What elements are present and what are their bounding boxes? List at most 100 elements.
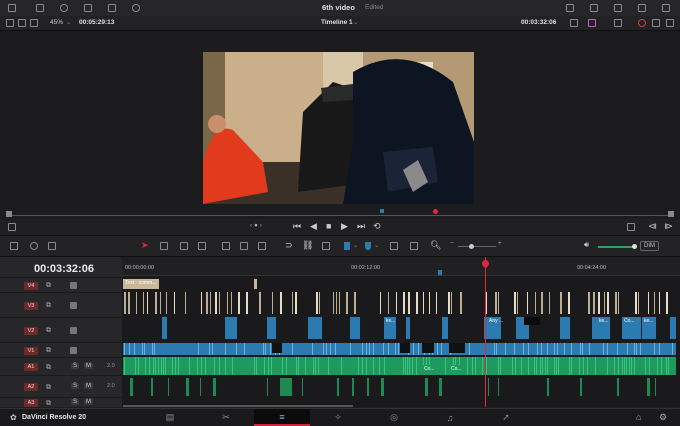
waveform-line[interactable] (219, 357, 220, 375)
waveform-line[interactable] (214, 357, 215, 375)
still-clip[interactable] (185, 292, 186, 314)
timeline-view-options-icon[interactable] (10, 242, 18, 250)
clip-cut[interactable] (607, 343, 608, 355)
waveform-line[interactable] (205, 357, 206, 375)
audio-clip[interactable] (580, 378, 582, 396)
stop-icon[interactable]: ■ (326, 221, 331, 231)
audio-clip[interactable] (186, 378, 189, 396)
waveform-line[interactable] (282, 357, 283, 375)
waveform-line[interactable] (445, 357, 446, 375)
still-clip[interactable] (568, 292, 570, 314)
still-clip[interactable] (238, 292, 240, 314)
clip-cut[interactable] (654, 343, 655, 355)
clip-cut[interactable] (528, 343, 529, 355)
gear-icon[interactable]: ⚙ (659, 412, 667, 423)
waveform-line[interactable] (268, 357, 269, 375)
zoom-slider-track[interactable] (458, 246, 496, 247)
audio-clip[interactable] (200, 378, 201, 396)
video-clip[interactable] (400, 343, 410, 353)
clip-cut[interactable] (244, 343, 245, 355)
still-clip[interactable] (460, 292, 462, 314)
home-icon[interactable]: ⌂ (636, 412, 641, 422)
clip-cut[interactable] (124, 343, 125, 355)
clip-cut[interactable] (659, 343, 660, 355)
still-clip[interactable] (333, 292, 334, 314)
still-clip[interactable] (423, 292, 424, 314)
clip-cut[interactable] (144, 343, 145, 355)
volume-slider-handle[interactable] (632, 244, 637, 249)
still-clip[interactable] (292, 292, 293, 314)
still-clip[interactable] (174, 292, 175, 314)
clip-cut[interactable] (212, 343, 213, 355)
still-clip[interactable] (635, 292, 637, 314)
flag-icon[interactable] (344, 242, 350, 250)
still-clip[interactable] (396, 292, 397, 314)
timeline-marker[interactable] (438, 270, 442, 275)
speaker-icon[interactable]: 🔊︎ (584, 240, 589, 250)
waveform-line[interactable] (475, 357, 476, 375)
clip-cut[interactable] (505, 343, 506, 355)
track-visibility-icon[interactable] (70, 302, 77, 309)
timeline-selector[interactable]: Timeline 1 (321, 19, 353, 26)
fullscreen-icon[interactable] (666, 19, 674, 27)
more-options-icon[interactable] (652, 19, 660, 27)
waveform-line[interactable] (649, 357, 650, 375)
still-clip[interactable] (155, 292, 157, 314)
still-clip[interactable] (215, 292, 217, 314)
still-clip[interactable] (514, 292, 516, 314)
still-clip[interactable] (593, 292, 595, 314)
waveform-line[interactable] (256, 357, 257, 375)
waveform-line[interactable] (407, 357, 408, 375)
blade-tool-icon[interactable] (198, 242, 206, 250)
video-clip[interactable] (225, 317, 237, 339)
insert-clip-icon[interactable] (222, 242, 230, 250)
audio-clip[interactable]: Co... (449, 365, 463, 375)
audio-clip[interactable]: Co... (422, 365, 436, 375)
lock-track-icon[interactable]: ⧉ (46, 282, 51, 290)
video-clip[interactable] (560, 317, 570, 339)
clip-cut[interactable] (383, 343, 384, 355)
clip-cut[interactable] (523, 343, 524, 355)
still-clip[interactable] (227, 292, 228, 314)
still-clip[interactable] (272, 292, 273, 314)
waveform-line[interactable] (556, 357, 557, 375)
waveform-line[interactable] (305, 357, 306, 375)
solo-button[interactable]: S (71, 383, 80, 389)
video-clip[interactable] (272, 343, 282, 353)
clip-cut[interactable] (265, 343, 266, 355)
deliver-page-button[interactable]: ➚ (478, 409, 534, 426)
waveform-line[interactable] (225, 357, 226, 375)
mark-in-icon[interactable]: ⧏ (648, 221, 657, 232)
clip-cut[interactable] (366, 343, 367, 355)
track-header-v1[interactable]: V1 ⧉ (0, 342, 122, 358)
mute-button[interactable]: M (84, 399, 93, 405)
media-page-button[interactable]: ▤ (142, 409, 198, 426)
clip-cut[interactable] (270, 343, 271, 355)
play-reverse-icon[interactable]: ◀ (310, 221, 317, 232)
link-icon[interactable]: ⛓ (302, 240, 313, 251)
text-clip[interactable] (254, 279, 257, 289)
still-clip[interactable] (201, 292, 202, 314)
waveform-line[interactable] (178, 357, 179, 375)
still-clip[interactable] (408, 292, 410, 314)
chevron-down-icon[interactable]: ⌄ (353, 18, 358, 26)
clip-cut[interactable] (129, 343, 130, 355)
waveform-line[interactable] (558, 357, 559, 375)
clip-cut[interactable] (209, 343, 210, 355)
still-clip[interactable] (615, 292, 617, 314)
link-track-icon[interactable]: ⧉ (46, 400, 51, 408)
single-viewer-icon[interactable] (18, 19, 26, 27)
settings-icon[interactable] (662, 4, 670, 12)
jog-icon[interactable]: ‹ ● › (250, 222, 262, 229)
video-clip[interactable]: ke... (384, 317, 396, 339)
export-icon[interactable] (566, 4, 574, 12)
color-icon[interactable] (638, 19, 646, 27)
clip-cut[interactable] (263, 343, 264, 355)
video-clip[interactable] (442, 317, 448, 339)
lock-track-icon[interactable]: ⧉ (46, 302, 51, 310)
waveform-line[interactable] (155, 357, 156, 375)
fx-icon[interactable] (60, 4, 68, 12)
track-header-v4[interactable]: V4 ⧉ (0, 277, 122, 293)
waveform-line[interactable] (298, 357, 299, 375)
still-clip[interactable] (128, 292, 130, 314)
